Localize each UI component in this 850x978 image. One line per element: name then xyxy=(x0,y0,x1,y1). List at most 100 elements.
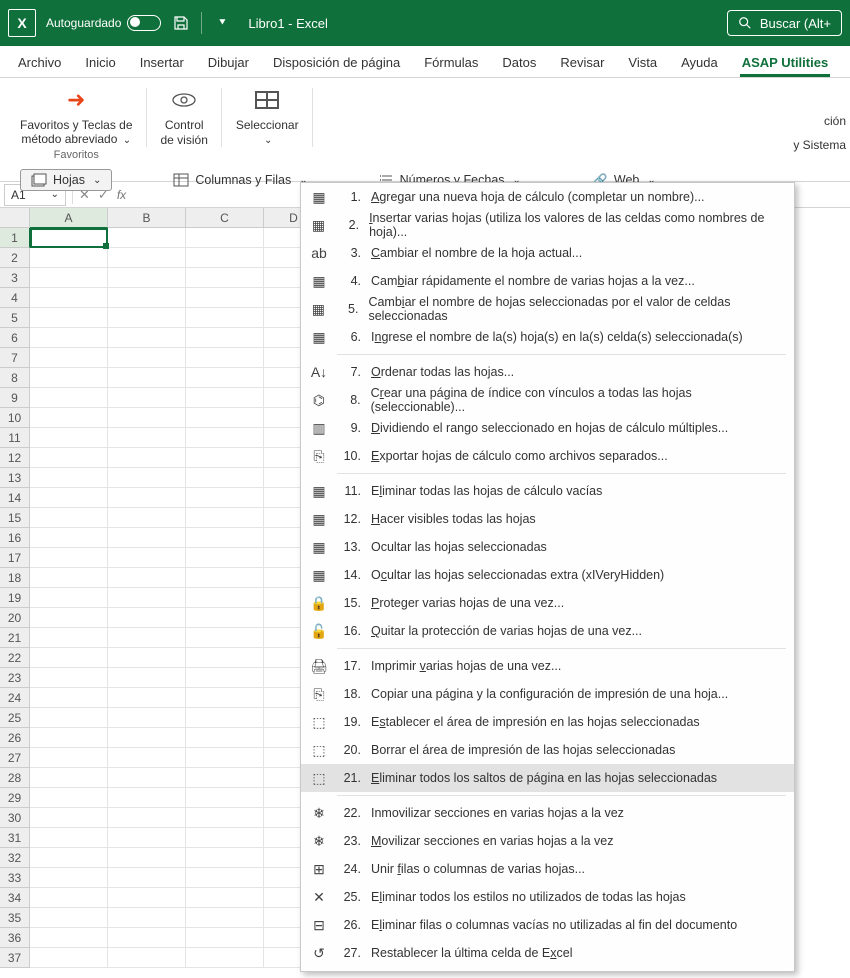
row-header[interactable]: 13 xyxy=(0,468,30,488)
cell[interactable] xyxy=(30,928,108,948)
row-header[interactable]: 10 xyxy=(0,408,30,428)
cell[interactable] xyxy=(30,268,108,288)
row-header[interactable]: 7 xyxy=(0,348,30,368)
tab-revisar[interactable]: Revisar xyxy=(548,49,616,77)
cell[interactable] xyxy=(186,808,264,828)
cell[interactable] xyxy=(186,468,264,488)
cell[interactable] xyxy=(186,308,264,328)
cell[interactable] xyxy=(30,828,108,848)
menu-item[interactable]: ⎘10.Exportar hojas de cálculo como archi… xyxy=(301,442,794,470)
cell[interactable] xyxy=(186,748,264,768)
menu-item[interactable]: ⬚19.Establecer el área de impresión en l… xyxy=(301,708,794,736)
row-header[interactable]: 19 xyxy=(0,588,30,608)
row-header[interactable]: 3 xyxy=(0,268,30,288)
cell[interactable] xyxy=(30,388,108,408)
cell[interactable] xyxy=(186,428,264,448)
tab-dibujar[interactable]: Dibujar xyxy=(196,49,261,77)
cell[interactable] xyxy=(186,288,264,308)
cell[interactable] xyxy=(186,908,264,928)
menu-item[interactable]: ▦4.Cambiar rápidamente el nombre de vari… xyxy=(301,267,794,295)
cell[interactable] xyxy=(108,768,186,788)
cell[interactable] xyxy=(186,268,264,288)
cell[interactable] xyxy=(108,788,186,808)
tab-insertar[interactable]: Insertar xyxy=(128,49,196,77)
cell[interactable] xyxy=(30,428,108,448)
cell[interactable] xyxy=(108,568,186,588)
row-header[interactable]: 15 xyxy=(0,508,30,528)
cell[interactable] xyxy=(30,648,108,668)
cell[interactable] xyxy=(108,928,186,948)
menu-item[interactable]: ↺27.Restablecer la última celda de Excel xyxy=(301,939,794,967)
cell[interactable] xyxy=(30,308,108,328)
cell[interactable] xyxy=(108,368,186,388)
cell[interactable] xyxy=(30,588,108,608)
cell[interactable] xyxy=(30,668,108,688)
hojas-dropdown[interactable]: Hojas ⌄ xyxy=(20,169,112,191)
menu-item[interactable]: 🔓16.Quitar la protección de varias hojas… xyxy=(301,617,794,645)
menu-item[interactable]: ab3.Cambiar el nombre de la hoja actual.… xyxy=(301,239,794,267)
column-header[interactable]: A xyxy=(30,208,108,228)
cell[interactable] xyxy=(108,888,186,908)
menu-item[interactable]: ❄22.Inmovilizar secciones en varias hoja… xyxy=(301,799,794,827)
cell[interactable] xyxy=(108,848,186,868)
row-header[interactable]: 4 xyxy=(0,288,30,308)
cell[interactable] xyxy=(108,408,186,428)
cell[interactable] xyxy=(108,708,186,728)
cell[interactable] xyxy=(186,508,264,528)
cell[interactable] xyxy=(108,688,186,708)
cell[interactable] xyxy=(108,948,186,968)
cell[interactable] xyxy=(108,608,186,628)
cell[interactable] xyxy=(108,748,186,768)
cell[interactable] xyxy=(186,368,264,388)
cell[interactable] xyxy=(186,388,264,408)
cell[interactable] xyxy=(108,268,186,288)
tab-datos[interactable]: Datos xyxy=(490,49,548,77)
cell[interactable] xyxy=(30,748,108,768)
cell[interactable] xyxy=(30,568,108,588)
cell[interactable] xyxy=(186,928,264,948)
cell[interactable] xyxy=(30,328,108,348)
cell[interactable] xyxy=(108,728,186,748)
autosave-toggle[interactable]: Autoguardado xyxy=(46,15,161,31)
search-box[interactable]: Buscar (Alt+ xyxy=(727,10,842,36)
row-header[interactable]: 21 xyxy=(0,628,30,648)
cell[interactable] xyxy=(108,668,186,688)
row-header[interactable]: 36 xyxy=(0,928,30,948)
cell[interactable] xyxy=(30,368,108,388)
cell[interactable] xyxy=(108,308,186,328)
row-header[interactable]: 33 xyxy=(0,868,30,888)
row-header[interactable]: 29 xyxy=(0,788,30,808)
save-icon[interactable] xyxy=(173,15,189,31)
cell[interactable] xyxy=(30,508,108,528)
column-header[interactable]: C xyxy=(186,208,264,228)
tab-vista[interactable]: Vista xyxy=(616,49,669,77)
cell[interactable] xyxy=(108,248,186,268)
row-header[interactable]: 17 xyxy=(0,548,30,568)
seleccionar-button[interactable]: Seleccionar⌄ xyxy=(230,84,305,149)
cell[interactable] xyxy=(186,768,264,788)
menu-item[interactable]: ✕25.Eliminar todos los estilos no utiliz… xyxy=(301,883,794,911)
menu-item[interactable]: ▥9.Dividiendo el rango seleccionado en h… xyxy=(301,414,794,442)
cell[interactable] xyxy=(30,408,108,428)
row-header[interactable]: 34 xyxy=(0,888,30,908)
cell[interactable] xyxy=(30,288,108,308)
row-header[interactable]: 24 xyxy=(0,688,30,708)
tab-formulas[interactable]: Fórmulas xyxy=(412,49,490,77)
menu-item[interactable]: ⬚20.Borrar el área de impresión de las h… xyxy=(301,736,794,764)
cell[interactable] xyxy=(108,428,186,448)
menu-item[interactable]: 🖨17.Imprimir varias hojas de una vez... xyxy=(301,652,794,680)
menu-item[interactable]: ▦2.Insertar varias hojas (utiliza los va… xyxy=(301,211,794,239)
cell[interactable] xyxy=(186,548,264,568)
cell[interactable] xyxy=(108,448,186,468)
cell[interactable] xyxy=(30,788,108,808)
row-header[interactable]: 8 xyxy=(0,368,30,388)
cell[interactable] xyxy=(108,628,186,648)
cell[interactable] xyxy=(30,348,108,368)
cell[interactable] xyxy=(186,668,264,688)
cell[interactable] xyxy=(186,948,264,968)
cell[interactable] xyxy=(186,688,264,708)
cell[interactable] xyxy=(186,228,264,248)
row-header[interactable]: 25 xyxy=(0,708,30,728)
menu-item[interactable]: ❄23.Movilizar secciones en varias hojas … xyxy=(301,827,794,855)
menu-item[interactable]: ⬚21.Eliminar todos los saltos de página … xyxy=(301,764,794,792)
